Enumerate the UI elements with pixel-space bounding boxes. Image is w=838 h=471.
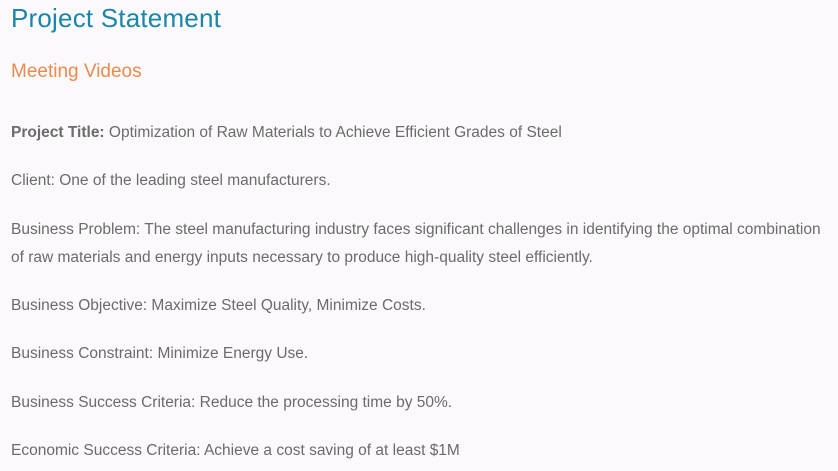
project-title-value: Optimization of Raw Materials to Achieve… [104, 124, 562, 141]
business-problem-paragraph: Business Problem: The steel manufacturin… [11, 221, 821, 266]
project-title-paragraph: Project Title: Optimization of Raw Mater… [11, 119, 562, 147]
project-title-label: Project Title: [11, 124, 105, 141]
meeting-videos-link[interactable]: Meeting Videos [11, 61, 142, 83]
economic-success-criteria-paragraph: Economic Success Criteria: Achieve a cos… [11, 442, 460, 459]
business-objective-paragraph: Business Objective: Maximize Steel Quali… [11, 297, 426, 314]
page-title: Project Statement [11, 3, 222, 33]
client-paragraph: Client: One of the leading steel manufac… [11, 172, 331, 189]
business-success-criteria-paragraph: Business Success Criteria: Reduce the pr… [11, 394, 453, 411]
business-constraint-paragraph: Business Constraint: Minimize Energy Use… [11, 345, 309, 362]
